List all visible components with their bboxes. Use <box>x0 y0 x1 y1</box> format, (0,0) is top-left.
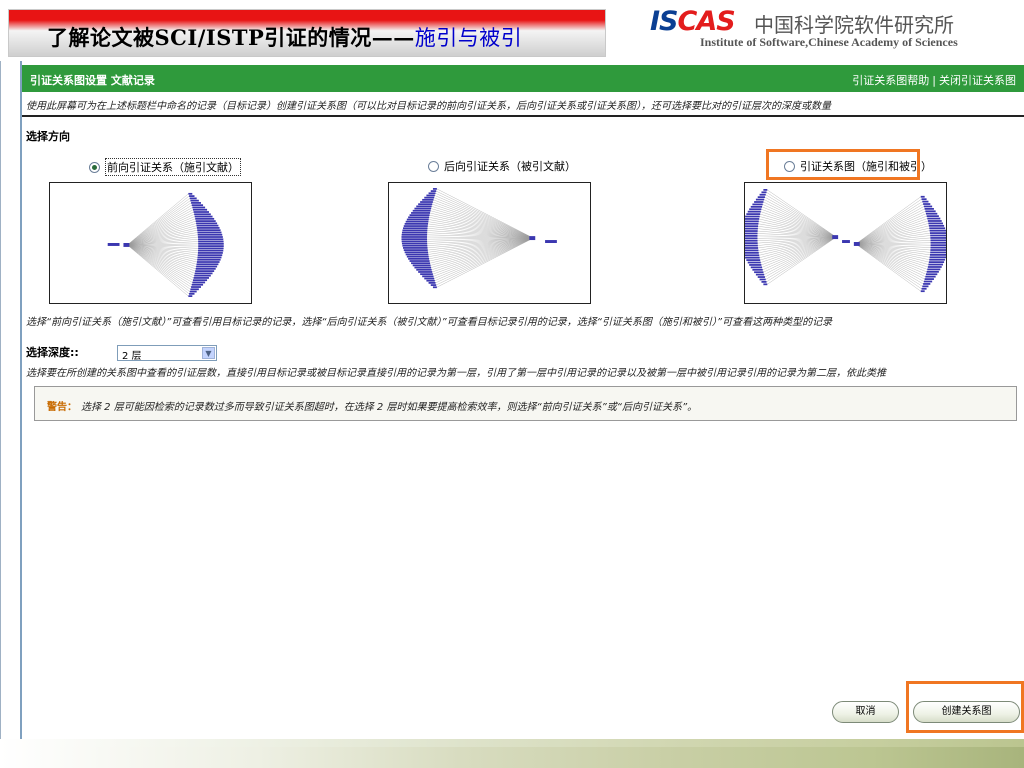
depth-select-value: 2 层 <box>122 351 142 362</box>
citation-map-graph <box>745 189 946 293</box>
page-header-bar: 引证关系图设置 文献记录 引证关系图帮助 | 关闭引证关系图 <box>22 65 1024 92</box>
radio-backward-label: 后向引证关系（被引文献） <box>444 160 576 173</box>
logo-mark-blue: IS <box>650 6 678 37</box>
backward-graph <box>401 188 557 289</box>
close-link[interactable]: 关闭引证关系图 <box>939 74 1016 87</box>
warning-box: 警告： 选择 2 层可能因检索的记录数过多而导致引证关系图超时，在选择 2 层时如… <box>34 386 1017 421</box>
slide-title: 了解论文被SCI/ISTP引证的情况——施引与被引 <box>47 22 522 52</box>
slide-title-suffix: 施引与被引 <box>414 26 523 50</box>
highlight-citation-map-option <box>766 149 920 180</box>
divider <box>22 115 1024 117</box>
depth-note: 选择要在所创建的关系图中查看的引证层数，直接引用目标记录或被目标记录直接引用的记… <box>26 368 886 379</box>
forward-citation-thumbnail[interactable] <box>49 182 252 304</box>
forward-graph-svg <box>107 192 224 297</box>
radio-forward-dot[interactable] <box>89 161 100 173</box>
cancel-button[interactable]: 取消 <box>832 701 899 723</box>
citation-map-thumbnail[interactable] <box>744 182 947 304</box>
backward-graph-svg <box>401 188 557 289</box>
iscas-logo: ISCAS 中国科学院软件研究所 Institute of Software,C… <box>650 6 1020 52</box>
chevron-down-icon[interactable]: ▼ <box>202 347 215 359</box>
citation-map-graph-svg <box>745 189 946 293</box>
logo-mark-red: CAS <box>677 6 736 37</box>
warning-text-line: 警告： 选择 2 层可能因检索的记录数过多而导致引证关系图超时，在选择 2 层时如… <box>47 398 697 413</box>
radio-forward[interactable]: 前向引证关系（施引文献） <box>89 158 241 176</box>
instruction-text: 使用此屏幕可为在上述标题栏中命名的记录（目标记录）创建引证关系图（可以比对目标记… <box>26 101 831 112</box>
logo-chinese-name: 中国科学院软件研究所 <box>754 13 954 37</box>
forward-graph <box>107 192 224 297</box>
highlight-create-button <box>906 681 1024 733</box>
direction-label: 选择方向 <box>26 130 70 143</box>
logo-mark: ISCAS <box>650 6 736 37</box>
warning-text: 选择 2 层可能因检索的记录数过多而导致引证关系图超时，在选择 2 层时如果要提… <box>81 402 698 413</box>
backward-citation-thumbnail[interactable] <box>388 182 591 304</box>
slide-title-bar: 了解论文被SCI/ISTP引证的情况——施引与被引 <box>8 9 606 57</box>
depth-select[interactable]: 2 层 ▼ <box>117 345 217 362</box>
radio-backward[interactable]: 后向引证关系（被引文献） <box>428 158 576 174</box>
page-title: 引证关系图设置 文献记录 <box>30 74 155 87</box>
warning-tag: 警告： <box>47 402 77 413</box>
logo-english-name: Institute of Software,Chinese Academy of… <box>700 35 958 49</box>
direction-note: 选择“前向引证关系（施引文献）”可查看引用目标记录的记录，选择“后向引证关系（被… <box>26 317 833 328</box>
slide-footer-decoration <box>0 739 1024 768</box>
header-separator: | <box>932 74 936 87</box>
depth-label: 选择深度:: <box>26 346 79 359</box>
header-links: 引证关系图帮助 | 关闭引证关系图 <box>852 72 1016 88</box>
slide-title-main: 了解论文被SCI/ISTP引证的情况—— <box>47 25 415 50</box>
radio-forward-label: 前向引证关系（施引文献） <box>105 158 241 176</box>
radio-backward-dot[interactable] <box>428 160 439 172</box>
help-link[interactable]: 引证关系图帮助 <box>852 74 929 87</box>
